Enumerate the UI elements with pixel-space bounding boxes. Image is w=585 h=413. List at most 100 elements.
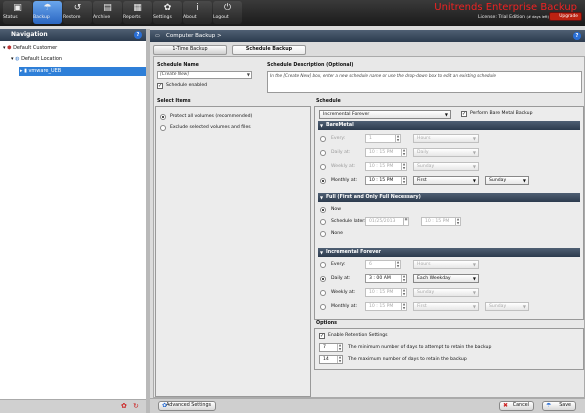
inc-daily-select[interactable]: Each Weekday ▼ [413,274,479,283]
upgrade-button[interactable]: Upgrade [549,12,582,21]
reports-button[interactable]: ▦ Reports [123,1,152,24]
perform-bm-label: Perform Bare Metal Backup [470,111,533,116]
full-later-radio[interactable] [320,219,326,225]
inc-monthly-radio[interactable] [320,304,326,310]
bm-weekly-select[interactable]: Sunday ▼ [413,162,479,171]
restore-button[interactable]: ↺ Restore [63,1,92,24]
bm-weekly-radio[interactable] [320,164,326,170]
tree-item-location[interactable]: ▾ ◍ Default Location [11,55,62,64]
settings-gear-icon[interactable]: ✿ [121,402,127,410]
inc-weekly-select[interactable]: Sunday ▼ [413,288,479,297]
umbrella-icon: ☂ [43,3,52,13]
restore-icon: ↺ [73,3,82,13]
save-button[interactable]: ☂ Save [542,401,576,411]
status-button[interactable]: ▣ Status [3,1,32,24]
desc-label: Schedule Description (Optional) [267,63,354,68]
inc-monthly-day-select[interactable]: Sunday ▼ [485,302,529,311]
advanced-settings-button[interactable]: ✿ Advanced Settings [158,401,216,411]
spinner-arrows-icon: ▲ ▼ [337,343,342,351]
inc-weekly-radio[interactable] [320,290,326,296]
settings-button[interactable]: ✿ Settings [153,1,182,24]
about-button[interactable]: i About [183,1,212,24]
help-icon[interactable]: ? [134,31,142,39]
inc-every-spinner[interactable]: 6 ▲ ▼ [365,260,401,269]
full-later-date[interactable]: 01/25/2013 ▦ [365,217,409,226]
select-items-panel: Protect all volumes (recommended) Exclud… [155,106,311,397]
chevron-down-icon: ▼ [472,290,476,295]
panel-splitter[interactable] [146,29,150,413]
bm-daily-select[interactable]: Daily ▼ [413,148,479,157]
full-later-label: Schedule later: [331,219,366,224]
inc-weekly-time[interactable]: 10 : 15 PM ▲ ▼ [365,288,407,297]
bm-every-label: Every: [331,136,346,141]
incremental-header: ▼ Incremental Forever [318,248,580,257]
spinner-arrows-icon: ▲ ▼ [395,134,400,142]
bm-daily-radio[interactable] [320,150,326,156]
bm-every-unit-select[interactable]: Hours ▼ [413,134,479,143]
backup-button[interactable]: ☂ Backup [33,1,62,24]
max-days-spinner[interactable]: 14 ▲ ▼ [319,355,343,364]
schedule-type-select[interactable]: Incremental Forever ▼ [319,110,451,119]
tab-one-time-backup[interactable]: 1-Time Backup [153,45,227,55]
chevron-down-icon: ▼ [472,164,476,169]
bm-monthly-which-select[interactable]: First ▼ [413,176,479,185]
navigation-panel: Navigation ? ▾ ⬢ Default Customer ▾ ◍ De… [0,29,146,413]
min-days-spinner[interactable]: 7 ▲ ▼ [319,343,343,352]
umbrella-icon: ☂ [546,402,552,409]
full-now-radio[interactable] [320,207,326,213]
schedule-name-input[interactable]: [Create New] ▼ [157,71,252,79]
gear-icon: ✿ [162,402,168,409]
chevron-down-icon[interactable]: ▼ [247,72,250,78]
full-later-time[interactable]: 10 : 15 PM ▲ ▼ [421,217,461,226]
bm-every-radio[interactable] [320,136,326,142]
enable-retention-label: Enable Retention Settings [328,333,388,338]
bm-monthly-radio[interactable] [320,178,326,184]
server-icon: ▮ [24,68,27,74]
tree-item-vmware[interactable]: ▸ ▮ vmware_UEB [20,67,61,76]
inc-monthly-time[interactable]: 10 : 15 PM ▲ ▼ [365,302,407,311]
spinner-arrows-icon: ▲ ▼ [395,260,400,268]
inc-weekly-label: Weekly at: [331,290,356,295]
help-icon[interactable]: ? [573,32,581,40]
spinner-arrows-icon: ▲ ▼ [337,355,342,363]
description-textarea[interactable]: In the [Create New] box, enter a new sch… [267,71,582,93]
triangle-down-icon: ▼ [320,123,324,128]
cancel-button[interactable]: ✖ Cancel [499,401,534,411]
exclude-selected-label: Exclude selected volumes and files [170,125,251,130]
exclude-selected-radio[interactable] [160,125,166,131]
bm-monthly-day-select[interactable]: Sunday ▼ [485,176,529,185]
globe-icon: ◍ [15,56,20,62]
full-none-radio[interactable] [320,231,326,237]
spinner-arrows-icon: ▲ ▼ [455,217,460,225]
bm-weekly-time[interactable]: 10 : 15 PM ▲ ▼ [365,162,407,171]
bm-every-spinner[interactable]: 1 ▲ ▼ [365,134,401,143]
bm-daily-time[interactable]: 10 : 15 PM ▲ ▼ [365,148,407,157]
chevron-down-icon: ▼ [472,276,476,281]
inc-daily-radio[interactable] [320,276,326,282]
inc-monthly-which-select[interactable]: First ▼ [413,302,479,311]
options-panel: ✓ Enable Retention Settings 7 ▲ ▼ The mini… [314,328,584,370]
tab-schedule-backup[interactable]: Schedule Backup [232,45,306,55]
min-days-label: The minimum number of days to attempt to… [348,345,492,350]
protect-all-radio[interactable] [160,114,166,120]
inc-every-unit-select[interactable]: Hours ▼ [413,260,479,269]
spinner-arrows-icon: ▲ ▼ [401,176,406,184]
enable-retention-checkbox[interactable]: ✓ [319,333,325,339]
customer-icon: ⬢ [7,45,12,51]
power-icon: ⏻ [223,3,232,13]
inc-daily-time[interactable]: 3 : 00 AM ▲ ▼ [365,274,407,283]
perform-bm-checkbox[interactable]: ✓ [461,111,467,117]
close-icon: ✖ [503,402,509,409]
logout-button[interactable]: ⏻ Logout [213,1,242,24]
tree-item-customer[interactable]: ▾ ⬢ Default Customer [3,44,57,53]
status-icon: ▣ [13,3,22,13]
calendar-icon: ▦ [403,217,408,225]
spinner-arrows-icon: ▲ ▼ [401,288,406,296]
bm-monthly-time[interactable]: 10 : 15 PM ▲ ▼ [365,176,407,185]
archive-icon: ▤ [103,3,112,13]
refresh-icon[interactable]: ↻ [133,402,139,410]
inc-every-radio[interactable] [320,262,326,268]
bm-weekly-label: Weekly at: [331,164,356,169]
schedule-enabled-checkbox[interactable]: ✓ [157,83,163,89]
archive-button[interactable]: ▤ Archive [93,1,122,24]
